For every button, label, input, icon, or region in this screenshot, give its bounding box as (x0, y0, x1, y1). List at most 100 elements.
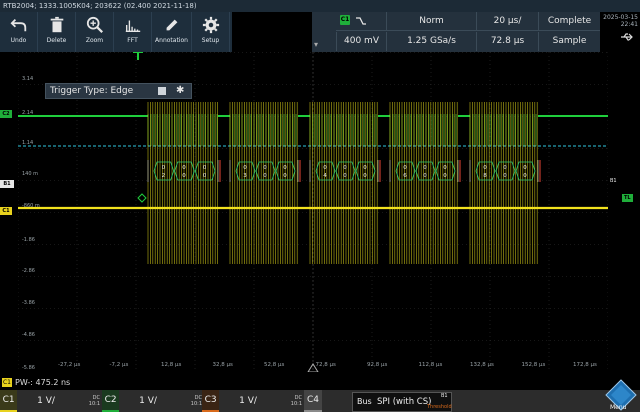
channel-bar: C1 1 V/ DC 10:1 C2 1 V/ DC 10:1 C3 1 V/ DC… (0, 390, 640, 412)
channel-c2-scale: 1 V/ (139, 396, 157, 406)
waveform-display[interactable]: 0 2 0 0 0 0 0 3 0 0 0 0 0 4 0 0 0 0 0 6 0 0 0 0 0 8 0 0 0 0 (18, 52, 608, 372)
menu-button[interactable]: Menu (604, 378, 638, 412)
zoom-button[interactable]: Zoom (76, 12, 114, 52)
bus-byte-value: 6 (403, 173, 407, 179)
bus-byte-value: 0 (483, 165, 487, 171)
time-scale[interactable]: 20 µs/ (476, 12, 538, 31)
bus-protocol: SPI (with CS) (377, 397, 432, 407)
bus-byte-value: 0 (162, 165, 166, 171)
c2-marker[interactable]: C2 (0, 110, 12, 118)
bus-byte-value: 0 (283, 173, 287, 179)
acquisition-mode[interactable]: Sample (538, 32, 600, 51)
bus-decode-track: 0 2 0 0 0 0 0 3 0 0 0 0 0 4 0 0 0 0 0 6 0 0 0 0 0 8 0 0 0 0 (147, 160, 541, 182)
channel-c1-scale: 1 V/ (37, 396, 55, 406)
y-axis-label: -4.86 (22, 332, 35, 338)
bus-threshold: Threshold (427, 404, 452, 410)
bus-label: Bus (357, 397, 372, 406)
trigger-level[interactable]: 400 mV (336, 32, 386, 51)
trash-icon (50, 16, 63, 33)
channel-c3-tab[interactable]: C3 1 V/ DC 10:1 (202, 390, 302, 412)
bus-byte-value: 8 (483, 173, 487, 179)
bus-byte-value: 0 (182, 165, 186, 171)
y-axis-label: 2.14 (22, 110, 34, 116)
bus-byte-value: 0 (203, 165, 207, 171)
bus-byte-value: 0 (243, 165, 247, 171)
channel-c3-label: C3 (202, 390, 220, 412)
bus-byte-value: 0 (263, 165, 267, 171)
b1-marker[interactable]: B1 (0, 180, 14, 188)
annotation-label: Annotation (155, 37, 188, 44)
bus-tab[interactable]: Bus SPI (with CS) B1 Threshold (352, 392, 452, 412)
bus-byte-value: 0 (443, 173, 447, 179)
x-axis-label: 112,8 µs (418, 362, 443, 368)
zoom-label: Zoom (85, 37, 104, 44)
setup-label: Setup (201, 37, 220, 44)
date-label: 2025-03-15 (603, 14, 638, 21)
time-position[interactable]: 72.8 µs (476, 32, 538, 51)
probe: 10:1 (290, 401, 302, 407)
undo-button[interactable]: Undo (0, 12, 38, 52)
bus-byte-value: 0 (423, 165, 427, 171)
x-axis-label: 32,8 µs (212, 362, 233, 368)
bus-byte-value: 0 (523, 173, 527, 179)
channel-c4-tab[interactable]: C4 (304, 390, 344, 412)
bus-byte-value: 0 (423, 173, 427, 179)
trigger-level-marker[interactable]: TL (622, 194, 633, 202)
probe: 10:1 (88, 401, 100, 407)
waveform-svg: 0 2 0 0 0 0 0 3 0 0 0 0 0 4 0 0 0 0 0 6 0 0 0 0 0 8 0 0 0 0 (18, 52, 608, 372)
x-axis-label: 12,8 µs (161, 362, 182, 368)
bus-byte-value: 0 (182, 173, 186, 179)
y-axis-label: 140 m (22, 171, 39, 177)
x-axis-label: 72,8 µs (315, 362, 336, 368)
trigger-type-label: Trigger Type: Edge (50, 86, 134, 96)
trigger-type-box[interactable]: Trigger Type: Edge ✱ (45, 83, 192, 99)
minimize-icon[interactable] (158, 87, 166, 95)
bus-byte-value: 0 (263, 173, 267, 179)
channel-c2-coupling: DC 10:1 (187, 395, 202, 407)
x-axis-label: 92,8 µs (367, 362, 388, 368)
menu-label: Menu (610, 404, 627, 411)
c1-marker[interactable]: C1 (0, 207, 12, 215)
channel-c1-tab[interactable]: C1 1 V/ DC 10:1 (0, 390, 100, 412)
y-axis-label: -5.86 (22, 365, 35, 371)
y-axis-label: -2.86 (22, 268, 35, 274)
measurement-value: PW-: 475.2 ns (15, 378, 71, 387)
measurement-bar: C1 PW-: 475.2 ns (0, 376, 640, 389)
fft-label: FFT (127, 37, 138, 44)
acquisition-state[interactable]: Complete (538, 12, 600, 31)
bus-byte-value: 0 (283, 165, 287, 171)
bus-byte-value: 0 (403, 165, 407, 171)
probe: 10:1 (190, 401, 202, 407)
time-label: 22:41 (620, 21, 638, 28)
channel-c2-tab[interactable]: C2 1 V/ DC 10:1 (102, 390, 202, 412)
measurement-source-badge: C1 (2, 378, 12, 387)
y-axis-label: 3.14 (22, 76, 34, 82)
delete-label: Delete (46, 37, 67, 44)
channel-c3-scale: 1 V/ (239, 396, 257, 406)
x-axis-label: 152,8 µs (521, 362, 546, 368)
x-axis-label: 172,8 µs (573, 362, 597, 368)
delete-button[interactable]: Delete (38, 12, 76, 52)
x-axis-label: 52,8 µs (264, 362, 285, 368)
usb-icon (621, 33, 633, 41)
fft-icon (125, 20, 140, 32)
falling-edge-icon (356, 16, 366, 25)
datetime: 2025-03-15 22:41 (600, 14, 640, 28)
bus-byte-value: 3 (243, 173, 247, 179)
bus-byte-value: 0 (503, 165, 507, 171)
trigger-mode[interactable]: Norm (386, 12, 476, 31)
trigger-source-badge[interactable]: C1 (340, 15, 350, 25)
annotation-button[interactable]: Annotation (152, 12, 192, 52)
bus-byte-value: 4 (323, 173, 327, 179)
gear-icon[interactable]: ✱ (176, 84, 184, 98)
setup-button[interactable]: Setup (192, 12, 230, 52)
gear-icon (202, 16, 219, 34)
bus-byte-value: 2 (162, 173, 166, 179)
channel-c4-label: C4 (304, 390, 322, 412)
acquisition-panel: Norm 20 µs/ Complete 400 mV 1.25 GSa/s 7… (312, 12, 600, 52)
fft-button[interactable]: FFT (114, 12, 152, 52)
bus-byte-value: 0 (523, 165, 527, 171)
chevron-down-icon[interactable]: ▾ (314, 40, 318, 49)
channel-c3-coupling: DC 10:1 (287, 395, 302, 407)
bus-byte-value: 0 (203, 173, 207, 179)
